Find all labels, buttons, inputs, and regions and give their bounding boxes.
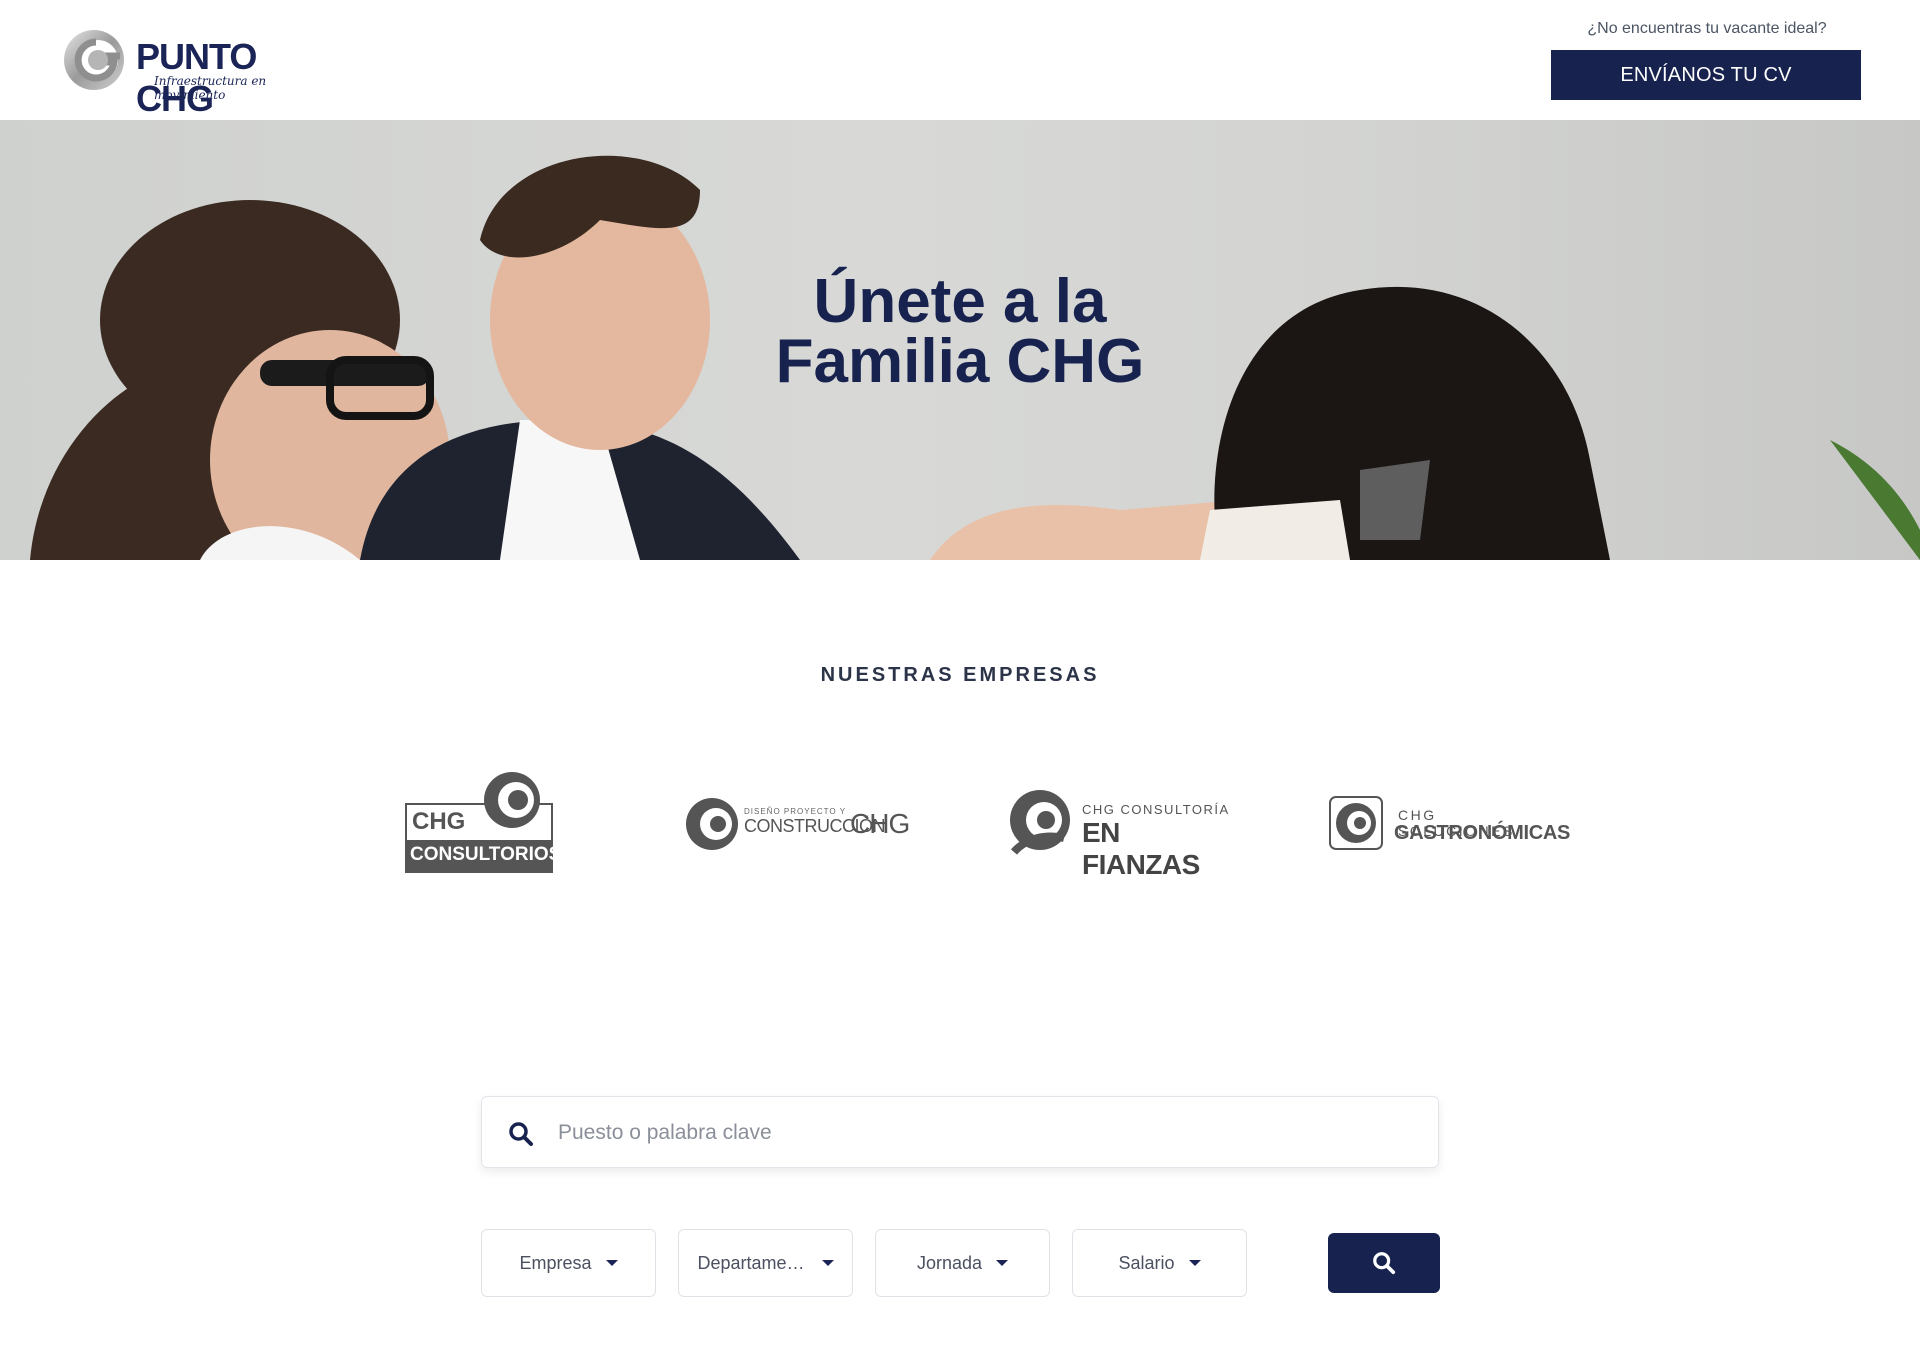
gastronomicas-logo-icon [1329, 796, 1383, 850]
gastronomicas-main: GASTRONÓMICAS [1394, 822, 1571, 844]
hero-title: Únete a la Familia CHG [680, 267, 1240, 396]
site-header: PUNTO CHG Infraestructura en movimiento … [0, 0, 1920, 120]
cv-prompt-text: ¿No encuentras tu vacante ideal? [1587, 20, 1827, 37]
fianzas-small: CHG CONSULTORÍA [1082, 802, 1230, 817]
filter-jornada-dropdown[interactable]: Jornada [875, 1229, 1050, 1297]
construccion-suffix: CHG [850, 808, 910, 839]
caret-down-icon [996, 1260, 1009, 1266]
search-icon [509, 1122, 533, 1146]
construccion-small: DISEÑO PROYECTO Y [744, 807, 847, 816]
caret-down-icon [821, 1260, 834, 1266]
consultorios-line1: CHG [412, 808, 466, 835]
caret-down-icon [1188, 1260, 1201, 1266]
fianzas-main: EN FIANZAS [1082, 817, 1200, 880]
filter-departamento-label: Departamento [697, 1252, 808, 1273]
filter-salario-label: Salario [1118, 1252, 1175, 1273]
brand-chg-fianzas[interactable]: CHG CONSULTORÍA EN FIANZAS [1006, 770, 1236, 880]
chg-swirl-logo-icon [64, 30, 124, 90]
filter-jornada-label: Jornada [916, 1252, 983, 1273]
brand-chg-consultorios[interactable]: CHG CONSULTORIOS [404, 770, 561, 876]
filter-salario-dropdown[interactable]: Salario [1072, 1229, 1247, 1297]
filter-departamento-dropdown[interactable]: Departamento [678, 1229, 853, 1297]
hero-title-line1: Únete a la [813, 267, 1107, 336]
search-icon [1373, 1252, 1396, 1275]
construccion-swirl-icon [686, 798, 738, 850]
punto-chg-logo[interactable]: PUNTO CHG Infraestructura en movimiento [60, 24, 340, 119]
caret-down-icon [605, 1260, 618, 1266]
filter-empresa-label: Empresa [519, 1252, 592, 1273]
keyword-search-box[interactable] [481, 1096, 1439, 1168]
brand-chg-gastronomicas[interactable]: CHG SOLUCIONES GASTRONÓMICAS [1328, 770, 1570, 876]
hero-banner: Únete a la Familia CHG [0, 120, 1920, 560]
brand-construccion-chg[interactable]: DISEÑO PROYECTO Y CONSTRUCCIÓN CHG [686, 770, 914, 876]
send-cv-button[interactable]: ENVÍANOS TU CV [1551, 50, 1861, 100]
filter-empresa-dropdown[interactable]: Empresa [481, 1229, 656, 1297]
keyword-search-input[interactable] [558, 1111, 1418, 1155]
logo-tagline: Infraestructura en movimiento [154, 74, 267, 102]
companies-section-title: NUESTRAS EMPRESAS [820, 664, 1100, 686]
search-submit-button[interactable] [1328, 1233, 1440, 1293]
consultorios-line2: CONSULTORIOS [410, 844, 562, 865]
fianzas-swirl-icon [1010, 790, 1070, 855]
hero-title-line2: Familia CHG [775, 327, 1145, 396]
